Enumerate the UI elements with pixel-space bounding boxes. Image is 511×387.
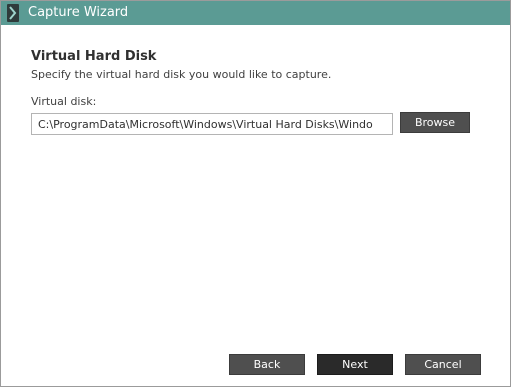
wizard-chevron-icon xyxy=(7,4,19,22)
title-bar: Capture Wizard xyxy=(1,1,510,25)
cancel-button[interactable]: Cancel xyxy=(405,354,481,375)
virtual-disk-path-input[interactable] xyxy=(31,113,393,135)
page-heading: Virtual Hard Disk xyxy=(31,49,157,64)
browse-button[interactable]: Browse xyxy=(400,112,470,133)
back-button[interactable]: Back xyxy=(229,354,305,375)
next-button[interactable]: Next xyxy=(317,354,393,375)
virtual-disk-label: Virtual disk: xyxy=(31,95,97,108)
page-description: Specify the virtual hard disk you would … xyxy=(31,68,332,81)
window-title: Capture Wizard xyxy=(28,5,129,20)
capture-wizard-window: Capture Wizard Virtual Hard Disk Specify… xyxy=(0,0,511,387)
